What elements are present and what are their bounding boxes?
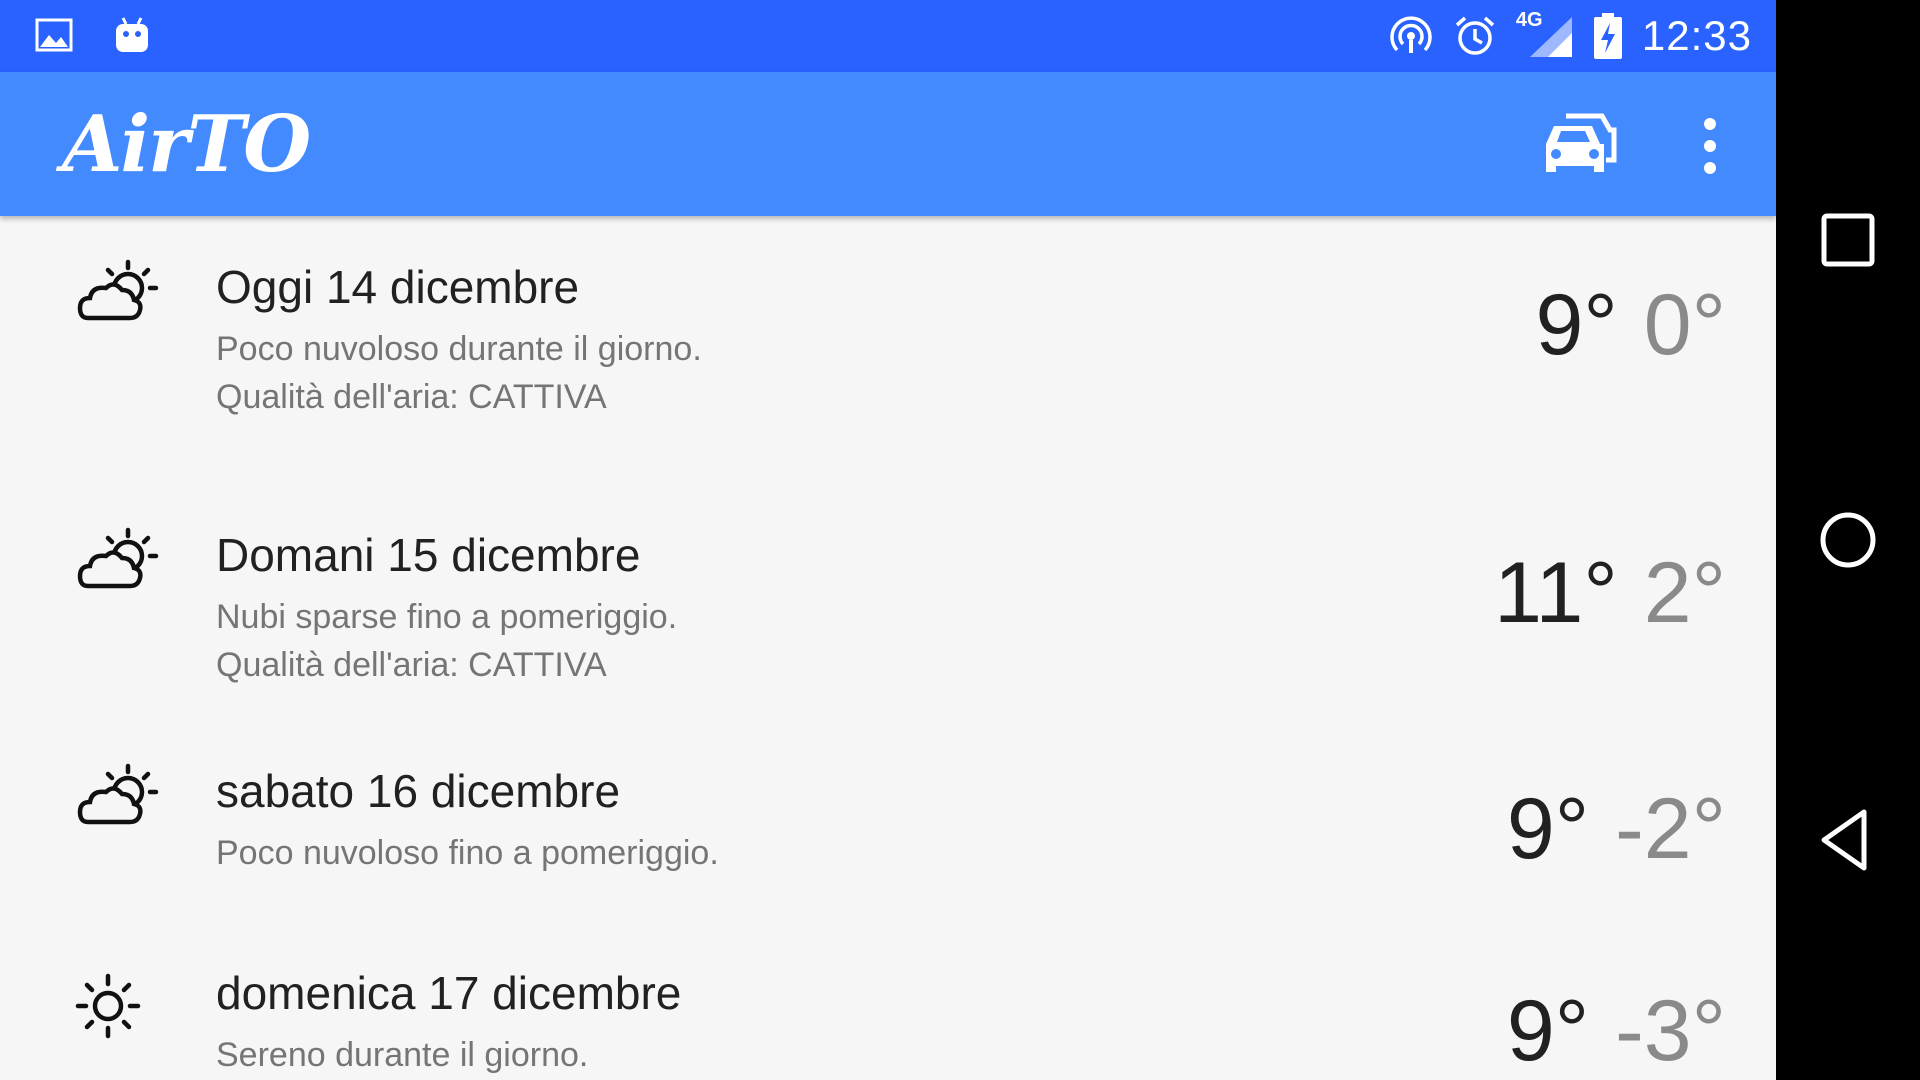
sun-icon xyxy=(70,956,170,1056)
temp-min: 2° xyxy=(1643,545,1726,641)
forecast-temps: 11° 2° xyxy=(1494,544,1726,643)
temp-max: 11° xyxy=(1494,545,1618,641)
screen: 4G 12:33 AirTO Oggi 14 dicembre Poco nuv… xyxy=(0,0,1920,1080)
battery-charging-icon xyxy=(1592,12,1624,60)
overflow-menu-icon xyxy=(1690,118,1730,182)
air-quality: Qualità dell'aria: CATTIVA xyxy=(216,378,607,416)
forecast-row-3[interactable]: domenica 17 dicembre Sereno durante il g… xyxy=(0,946,1776,1080)
temp-min: -2° xyxy=(1615,781,1726,877)
status-time: 12:33 xyxy=(1641,12,1752,59)
forecast-list: Oggi 14 dicembre Poco nuvoloso durante i… xyxy=(0,216,1776,1080)
forecast-row-0[interactable]: Oggi 14 dicembre Poco nuvoloso durante i… xyxy=(0,240,1776,470)
recents-button[interactable] xyxy=(1812,204,1884,276)
partly-cloudy-icon xyxy=(70,248,170,348)
forecast-day: Domani 15 dicembre xyxy=(216,529,641,581)
navigation-bar xyxy=(1776,0,1920,1080)
hotspot-icon xyxy=(1388,13,1434,59)
forecast-temps: 9° -3° xyxy=(1507,982,1726,1080)
forecast-summary: Sereno durante il giorno. xyxy=(216,1036,589,1074)
home-button[interactable] xyxy=(1812,504,1884,576)
forecast-summary: Nubi sparse fino a pomeriggio. xyxy=(216,598,678,636)
square-icon xyxy=(1812,204,1884,276)
temp-min: -3° xyxy=(1615,983,1726,1079)
forecast-summary: Poco nuvoloso durante il giorno. xyxy=(216,330,702,368)
status-bar: 4G 12:33 xyxy=(0,0,1776,72)
partly-cloudy-icon xyxy=(70,752,170,852)
network-type-label: 4G xyxy=(1515,9,1543,31)
image-icon xyxy=(34,15,74,55)
forecast-summary: Poco nuvoloso fino a pomeriggio. xyxy=(216,834,719,872)
forecast-temps: 9° 0° xyxy=(1536,276,1726,375)
app-bar: AirTO xyxy=(0,72,1776,216)
partly-cloudy-icon xyxy=(70,516,170,616)
temp-min: 0° xyxy=(1643,277,1726,373)
circle-icon xyxy=(1812,504,1884,576)
traffic-button[interactable] xyxy=(1540,110,1620,182)
temp-max: 9° xyxy=(1506,781,1590,877)
alarm-icon xyxy=(1452,13,1498,59)
air-quality: Qualità dell'aria: CATTIVA xyxy=(216,646,607,684)
android-icon xyxy=(112,14,152,56)
temp-max: 9° xyxy=(1535,277,1618,373)
forecast-temps: 9° -2° xyxy=(1507,780,1726,879)
temp-max: 9° xyxy=(1506,983,1590,1079)
car-traffic-icon xyxy=(1540,113,1620,186)
back-triangle-icon xyxy=(1812,804,1884,876)
back-button[interactable] xyxy=(1812,804,1884,876)
forecast-row-1[interactable]: Domani 15 dicembre Nubi sparse fino a po… xyxy=(0,508,1776,738)
signal-4g-icon: 4G xyxy=(1515,9,1574,61)
forecast-day: sabato 16 dicembre xyxy=(216,765,621,817)
overflow-menu-button[interactable] xyxy=(1690,114,1730,178)
forecast-row-2[interactable]: sabato 16 dicembre Poco nuvoloso fino a … xyxy=(0,744,1776,914)
forecast-day: domenica 17 dicembre xyxy=(216,967,682,1019)
app-logo: AirTO xyxy=(62,99,311,190)
forecast-day: Oggi 14 dicembre xyxy=(216,261,580,313)
